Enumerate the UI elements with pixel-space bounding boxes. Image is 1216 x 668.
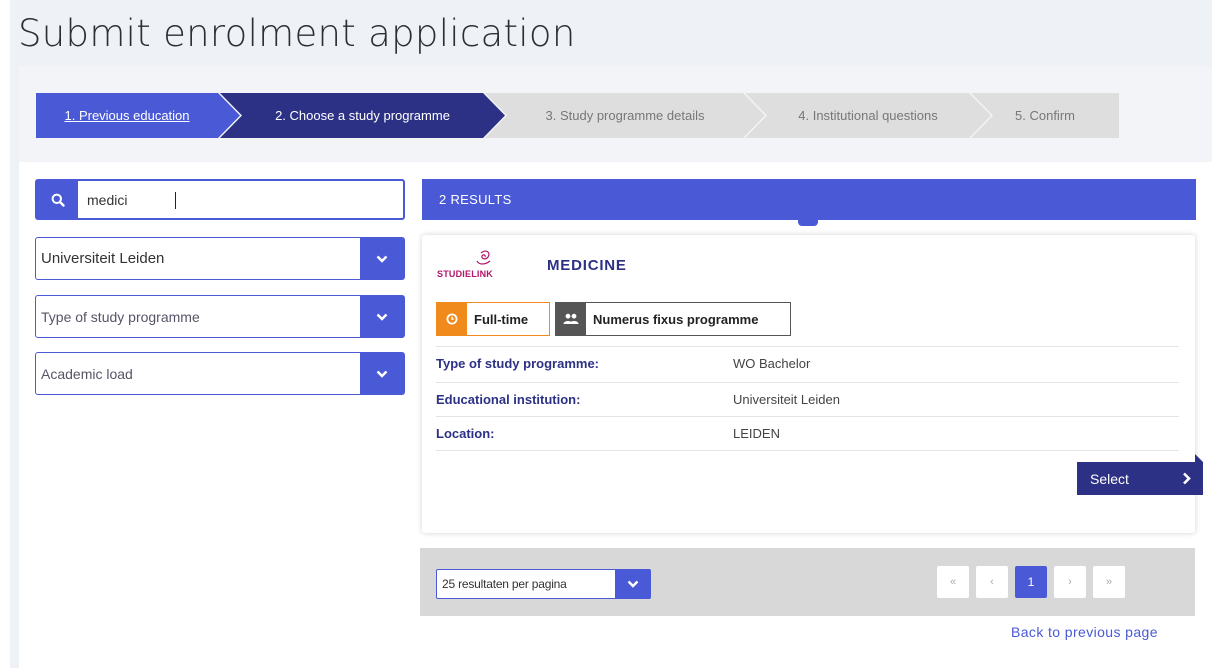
text-cursor bbox=[175, 192, 176, 209]
institution-select-value: Universiteit Leiden bbox=[41, 250, 165, 267]
academic-load-select[interactable]: Academic load bbox=[35, 352, 405, 395]
step-institutional-questions: 4. Institutional questions bbox=[745, 93, 991, 138]
detail-row-type: Type of study programme: WO Bachelor bbox=[436, 346, 1179, 380]
academic-load-placeholder: Academic load bbox=[41, 365, 133, 382]
page-last-button[interactable]: » bbox=[1093, 566, 1125, 598]
step-study-programme-details: 3. Study programme details bbox=[485, 93, 765, 138]
step-label: 3. Study programme details bbox=[545, 108, 705, 123]
page-title: Submit enrolment application bbox=[18, 12, 576, 55]
badge-full-time-label: Full-time bbox=[467, 303, 536, 335]
results-header: 2 RESULTS bbox=[422, 179, 1196, 220]
results-per-page-value: 25 resultaten per pagina bbox=[442, 577, 567, 591]
institution-select[interactable]: Universiteit Leiden bbox=[35, 237, 405, 280]
step-choose-study-programme: 2. Choose a study programme bbox=[220, 93, 505, 138]
select-button[interactable]: Select bbox=[1077, 462, 1203, 495]
step-label: 1. Previous education bbox=[64, 108, 190, 123]
detail-value: WO Bachelor bbox=[733, 356, 811, 371]
search-input[interactable] bbox=[78, 181, 403, 218]
select-button-label: Select bbox=[1090, 470, 1129, 487]
page-prev-button[interactable]: ‹ bbox=[976, 566, 1008, 598]
step-confirm: 5. Confirm bbox=[971, 93, 1119, 138]
detail-row-location: Location: LEIDEN bbox=[436, 416, 1179, 450]
badge-numerus-fixus-label: Numerus fixus programme bbox=[586, 303, 766, 335]
detail-key: Type of study programme: bbox=[436, 356, 600, 371]
detail-divider bbox=[436, 450, 1179, 451]
users-icon bbox=[556, 303, 586, 335]
search-icon[interactable] bbox=[37, 181, 78, 218]
badge-full-time: Full-time bbox=[436, 302, 550, 336]
results-per-page-select[interactable]: 25 resultaten per pagina bbox=[436, 569, 651, 599]
page-1-button[interactable]: 1 bbox=[1015, 566, 1047, 598]
studielink-logo: STUDIELINK bbox=[437, 249, 507, 283]
badge-numerus-fixus: Numerus fixus programme bbox=[555, 302, 791, 336]
detail-value: Universiteit Leiden bbox=[733, 392, 840, 407]
programme-name: MEDICINE bbox=[547, 257, 627, 274]
studielink-logo-icon bbox=[476, 250, 491, 265]
step-label: 2. Choose a study programme bbox=[275, 108, 450, 123]
logo-text: STUDIELINK bbox=[437, 269, 493, 279]
chevron-down-icon[interactable] bbox=[360, 296, 404, 337]
step-label: 4. Institutional questions bbox=[798, 108, 938, 123]
chevron-down-icon[interactable] bbox=[360, 238, 404, 279]
study-type-placeholder: Type of study programme bbox=[41, 308, 200, 325]
detail-key: Educational institution: bbox=[436, 392, 581, 407]
clock-icon bbox=[437, 303, 467, 335]
detail-value: LEIDEN bbox=[733, 426, 780, 441]
back-to-previous-page-link[interactable]: Back to previous page bbox=[1011, 624, 1158, 640]
step-previous-education[interactable]: 1. Previous education bbox=[36, 93, 240, 138]
chevron-down-icon[interactable] bbox=[615, 570, 650, 598]
detail-key: Location: bbox=[436, 426, 495, 441]
step-label: 5. Confirm bbox=[1015, 108, 1075, 123]
search-box bbox=[35, 179, 405, 220]
chevron-down-icon[interactable] bbox=[360, 353, 404, 394]
page-next-button[interactable]: › bbox=[1054, 566, 1086, 598]
study-type-select[interactable]: Type of study programme bbox=[35, 295, 405, 338]
detail-row-institution: Educational institution: Universiteit Le… bbox=[436, 382, 1179, 416]
results-header-notch bbox=[798, 218, 818, 226]
page-first-button[interactable]: « bbox=[937, 566, 969, 598]
chevron-right-icon bbox=[1183, 472, 1191, 485]
